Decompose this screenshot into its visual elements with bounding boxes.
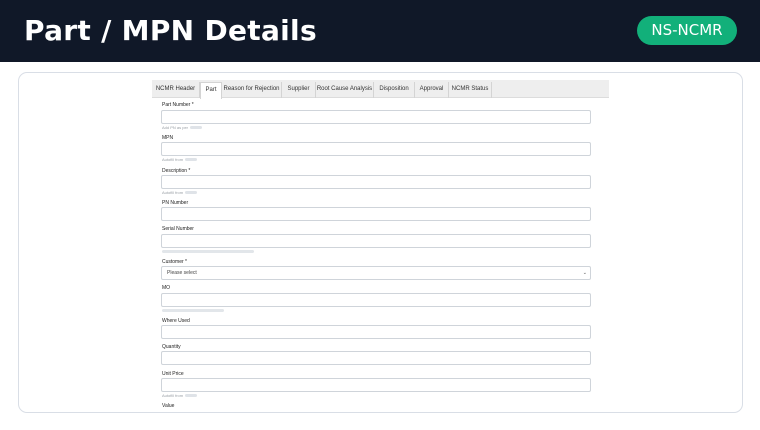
description-input[interactable] bbox=[161, 175, 591, 189]
tab-ncmr-status[interactable]: NCMR Status bbox=[449, 82, 492, 98]
ncmr-form-panel: NCMR Header Part Reason for Rejection Su… bbox=[152, 80, 609, 412]
tab-ncmr-header[interactable]: NCMR Header bbox=[152, 82, 200, 98]
mpn-label: MPN bbox=[162, 135, 174, 141]
tab-supplier[interactable]: Supplier bbox=[282, 82, 316, 98]
mpn-input[interactable] bbox=[161, 142, 591, 156]
top-header-bar: Part / MPN Details NS-NCMR bbox=[0, 0, 760, 62]
page-title: Part / MPN Details bbox=[24, 14, 317, 47]
unit-price-hint: Autofill from bbox=[162, 393, 198, 398]
pn-number-label: PN Number bbox=[162, 200, 189, 206]
part-number-label: Part Number * bbox=[162, 102, 194, 108]
redacted-text bbox=[162, 309, 224, 312]
mo-input[interactable] bbox=[161, 293, 591, 307]
serial-number-input[interactable] bbox=[161, 234, 591, 248]
redacted-text bbox=[190, 126, 203, 130]
chevron-down-icon: ⌄ bbox=[582, 270, 587, 276]
part-number-hint: Add PN as per bbox=[162, 125, 203, 130]
serial-number-label: Serial Number bbox=[162, 226, 194, 232]
tab-reason-for-rejection[interactable]: Reason for Rejection bbox=[222, 82, 282, 98]
customer-select-value: Please select bbox=[167, 270, 197, 276]
unit-price-input[interactable] bbox=[161, 378, 591, 392]
tab-disposition[interactable]: Disposition bbox=[374, 82, 415, 98]
customer-select[interactable]: Please select ⌄ bbox=[161, 266, 591, 280]
tab-bar: NCMR Header Part Reason for Rejection Su… bbox=[152, 80, 609, 99]
quantity-label: Quantity bbox=[162, 344, 181, 350]
part-number-input[interactable] bbox=[161, 110, 591, 124]
value-label: Value bbox=[162, 403, 175, 409]
mo-label: MO bbox=[162, 285, 171, 291]
tab-root-cause-analysis[interactable]: Root Cause Analysis bbox=[316, 82, 374, 98]
redacted-text bbox=[185, 158, 198, 162]
mpn-hint: Autofill from bbox=[162, 157, 198, 162]
redacted-text bbox=[162, 250, 254, 253]
customer-label: Customer * bbox=[162, 259, 188, 265]
status-badge: NS-NCMR bbox=[637, 16, 737, 45]
screenshot-frame: NCMR Header Part Reason for Rejection Su… bbox=[18, 72, 743, 413]
redacted-text bbox=[185, 191, 198, 195]
unit-price-label: Unit Price bbox=[162, 371, 184, 377]
description-hint: Autofill from bbox=[162, 190, 198, 195]
quantity-input[interactable] bbox=[161, 351, 591, 365]
redacted-text bbox=[185, 394, 198, 398]
tab-approval[interactable]: Approval bbox=[415, 82, 449, 98]
tab-part[interactable]: Part bbox=[200, 82, 222, 99]
description-label: Description * bbox=[162, 168, 191, 174]
where-used-label: Where Used bbox=[162, 318, 190, 324]
pn-number-input[interactable] bbox=[161, 207, 591, 221]
where-used-input[interactable] bbox=[161, 325, 591, 339]
